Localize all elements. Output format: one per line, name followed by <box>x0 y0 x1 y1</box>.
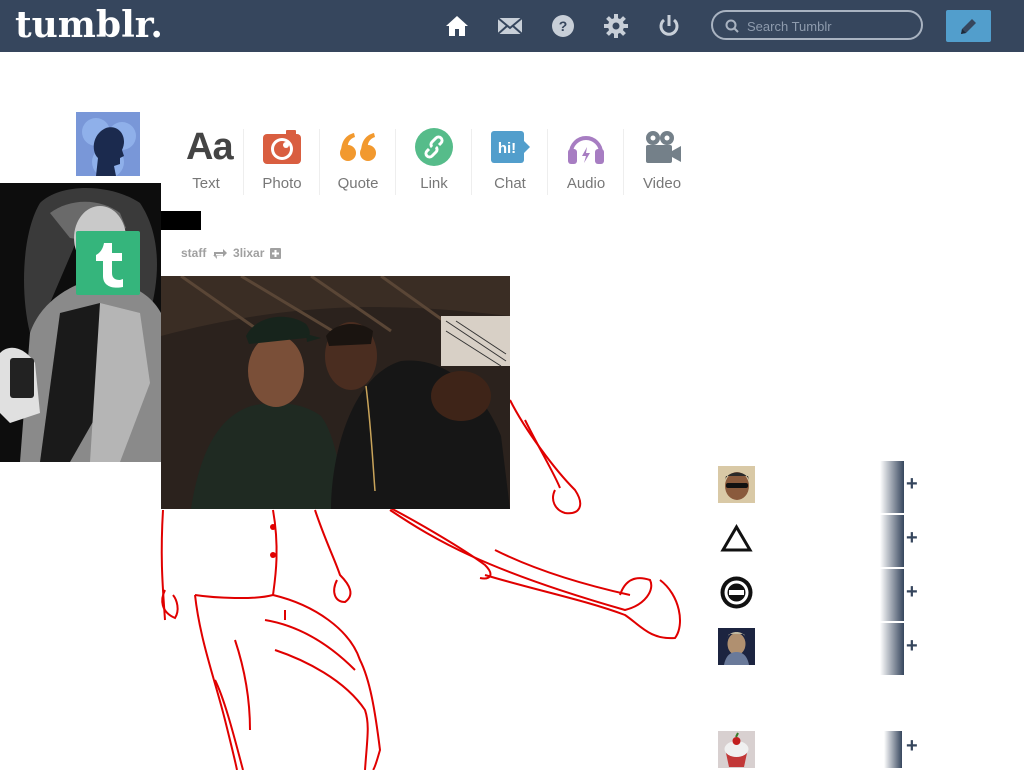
recommended-divider <box>880 461 904 513</box>
recommended-divider <box>880 623 904 675</box>
compose-button[interactable] <box>946 10 991 42</box>
follow-plus-icon[interactable] <box>269 248 281 260</box>
post-type-audio[interactable]: Audio <box>548 125 624 200</box>
link-icon <box>414 127 454 167</box>
post-reblog-info: staff 3lixar <box>181 246 281 260</box>
mail-icon[interactable] <box>497 13 523 39</box>
svg-text:hi!: hi! <box>498 140 516 157</box>
post-type-text[interactable]: Aa Text <box>168 125 244 200</box>
recommended-blog: + <box>718 515 1018 567</box>
help-icon[interactable]: ? <box>550 13 576 39</box>
recommended-divider <box>880 515 904 567</box>
post-username[interactable]: staff <box>181 246 206 260</box>
fashion-photo <box>0 183 161 462</box>
svg-text:?: ? <box>559 18 568 34</box>
headphones-icon <box>566 127 606 167</box>
recommended-blog: + <box>718 569 1018 621</box>
post-type-link[interactable]: Link <box>396 125 472 200</box>
quote-icon <box>338 127 378 167</box>
video-camera-icon <box>642 127 682 167</box>
follow-plus-icon[interactable]: + <box>906 635 918 658</box>
follow-plus-icon[interactable]: + <box>906 581 918 604</box>
search-box[interactable] <box>711 10 923 40</box>
recommended-blog: + <box>718 461 1018 513</box>
text-icon: Aa <box>186 126 234 168</box>
post-type-chat[interactable]: hi! Chat <box>472 125 548 200</box>
post-type-photo[interactable]: Photo <box>244 125 320 200</box>
reblog-icon <box>212 248 227 259</box>
avatar[interactable] <box>718 520 755 557</box>
top-navigation-bar: tumblr. ? <box>0 0 1024 52</box>
user-avatar[interactable] <box>76 112 140 176</box>
search-input[interactable] <box>745 16 919 36</box>
black-bar <box>161 211 201 230</box>
chat-icon: hi! <box>490 127 530 167</box>
recommended-blog: + <box>718 623 1018 675</box>
recommended-blog: + <box>718 731 1018 768</box>
follow-plus-icon[interactable]: + <box>906 473 918 496</box>
follow-plus-icon[interactable]: + <box>906 735 918 758</box>
recommended-divider <box>880 569 904 621</box>
gear-icon[interactable] <box>603 13 629 39</box>
home-icon[interactable] <box>444 13 470 39</box>
tumblr-logo[interactable]: tumblr. <box>15 4 163 46</box>
avatar[interactable] <box>718 731 755 768</box>
post-type-video[interactable]: Video <box>624 125 700 200</box>
recommended-divider <box>884 731 902 768</box>
avatar[interactable] <box>718 466 755 503</box>
avatar[interactable] <box>718 574 755 611</box>
pencil-icon <box>961 19 976 34</box>
tumblr-t-avatar[interactable] <box>76 231 140 295</box>
search-icon <box>725 19 739 33</box>
post-photo[interactable] <box>161 276 510 509</box>
follow-plus-icon[interactable]: + <box>906 527 918 550</box>
reblogged-from-username[interactable]: 3lixar <box>233 246 264 260</box>
avatar[interactable] <box>718 628 755 665</box>
power-icon[interactable] <box>656 13 682 39</box>
camera-icon <box>262 127 302 167</box>
post-type-quote[interactable]: Quote <box>320 125 396 200</box>
